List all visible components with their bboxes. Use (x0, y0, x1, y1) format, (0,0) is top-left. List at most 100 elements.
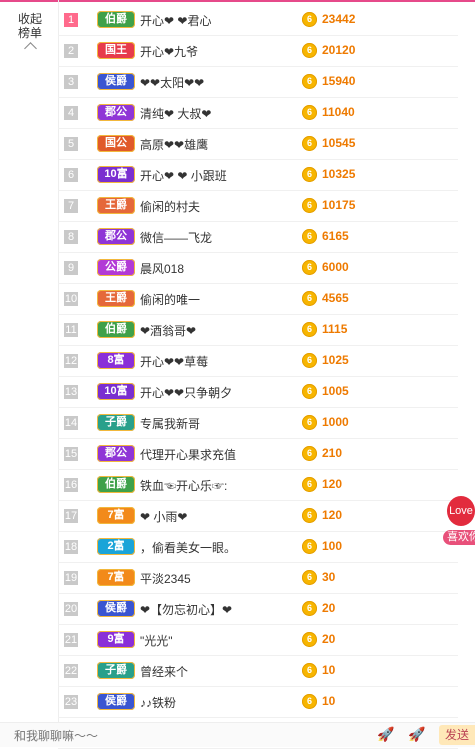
coin-icon: 6 (302, 539, 317, 554)
user-nickname[interactable]: ❤酒翁哥❤ (140, 322, 196, 339)
rank-number: 21 (64, 633, 78, 647)
level-badge: 伯爵 (97, 476, 135, 493)
coin-icon: 6 (302, 694, 317, 709)
score-value: 11040 (322, 105, 355, 119)
table-row[interactable]: 11 伯爵 ❤酒翁哥❤ 6 1115 (58, 315, 458, 346)
user-nickname[interactable]: 偷闲的村夫 (140, 198, 200, 215)
chat-bar: 🚀 🚀 发送 (0, 722, 475, 747)
score-value: 15940 (322, 74, 356, 88)
level-badge: 9富 (97, 631, 135, 648)
table-row[interactable]: 20 侯爵 ❤【勿忘初心】❤ 6 20 (58, 594, 458, 625)
level-badge: 7富 (97, 569, 135, 586)
user-nickname[interactable]: 曾经来个 (140, 663, 188, 680)
coin-icon: 6 (302, 353, 317, 368)
coin-icon: 6 (302, 508, 317, 523)
table-row[interactable]: 5 国公 高原❤❤雄鹰 6 10545 (58, 129, 458, 160)
user-nickname[interactable]: 平淡2345 (140, 570, 191, 587)
user-nickname[interactable]: ❤❤太阳❤❤ (140, 74, 204, 91)
user-nickname[interactable]: 晨风018 (140, 260, 184, 277)
rank-number: 19 (64, 571, 78, 585)
table-row[interactable]: 2 国王 开心❤九爷 6 20120 (58, 36, 458, 67)
rank-number: 11 (64, 323, 78, 337)
user-nickname[interactable]: ，偷看美女一眼。 (140, 539, 236, 556)
coin-icon: 6 (302, 74, 317, 89)
user-nickname[interactable]: ❤【勿忘初心】❤ (140, 601, 232, 618)
user-nickname[interactable]: 偷闲的唯一 (140, 291, 200, 308)
table-row[interactable]: 16 伯爵 铁血☜开心乐☞: 6 120 (58, 470, 458, 501)
user-nickname[interactable]: 开心❤ ❤君心 (140, 12, 211, 29)
coin-icon: 6 (302, 415, 317, 430)
collapse-label-line2: 榜单 (17, 26, 42, 40)
level-badge: 10富 (97, 383, 135, 400)
user-nickname[interactable]: 开心❤❤只争朝夕 (140, 384, 232, 401)
rank-number: 10 (64, 292, 78, 306)
table-row[interactable]: 4 郡公 清纯❤ 大叔❤ 6 11040 (58, 98, 458, 129)
level-badge: 侯爵 (97, 693, 135, 710)
user-nickname[interactable]: 开心❤ ❤ 小跟班 (140, 167, 227, 184)
rank-number: 1 (64, 13, 78, 27)
table-row[interactable]: 9 公爵 晨风018 6 6000 (58, 253, 458, 284)
fire-rocket-icon[interactable]: 🚀 (406, 726, 428, 744)
table-row[interactable]: 14 子爵 专属我新哥 6 1000 (58, 408, 458, 439)
coin-icon: 6 (302, 229, 317, 244)
user-nickname[interactable]: ♪♪铁粉 (140, 694, 176, 711)
love-label: 喜欢你 (443, 530, 475, 545)
coin-icon: 6 (302, 167, 317, 182)
table-row[interactable]: 12 8富 开心❤❤草莓 6 1025 (58, 346, 458, 377)
user-nickname[interactable]: 开心❤九爷 (140, 43, 198, 60)
score-value: 100 (322, 539, 343, 553)
level-badge: 子爵 (97, 414, 135, 431)
level-badge: 王爵 (97, 290, 135, 307)
score-value: 1115 (322, 322, 348, 336)
user-nickname[interactable]: 清纯❤ 大叔❤ (140, 105, 211, 122)
table-row[interactable]: 23 侯爵 ♪♪铁粉 6 10 (58, 687, 458, 718)
table-row[interactable]: 15 郡公 代理开心果求充值 6 210 (58, 439, 458, 470)
level-badge: 国王 (97, 42, 135, 59)
chat-input[interactable] (12, 727, 336, 745)
table-row[interactable]: 17 7富 ❤ 小雨❤ 6 120 (58, 501, 458, 532)
user-nickname[interactable]: 专属我新哥 (140, 415, 200, 432)
level-badge: 伯爵 (97, 11, 135, 28)
rank-number: 17 (64, 509, 78, 523)
coin-icon: 6 (302, 446, 317, 461)
table-row[interactable]: 22 子爵 曾经来个 6 10 (58, 656, 458, 687)
score-value: 6000 (322, 260, 349, 274)
user-nickname[interactable]: "光光" (140, 632, 173, 649)
send-button[interactable]: 发送 (439, 725, 475, 745)
user-nickname[interactable]: 微信——飞龙 (140, 229, 212, 246)
table-row[interactable]: 19 7富 平淡2345 6 30 (58, 563, 458, 594)
table-row[interactable]: 18 2富 ，偷看美女一眼。 6 100 (58, 532, 458, 563)
table-row[interactable]: 7 王爵 偷闲的村夫 6 10175 (58, 191, 458, 222)
score-value: 1000 (322, 415, 349, 429)
love-float-button[interactable]: Love 喜欢你 (443, 496, 475, 546)
table-row[interactable]: 10 王爵 偷闲的唯一 6 4565 (58, 284, 458, 315)
level-badge: 侯爵 (97, 73, 135, 90)
user-nickname[interactable]: 开心❤❤草莓 (140, 353, 208, 370)
level-badge: 郡公 (97, 445, 135, 462)
user-nickname[interactable]: 代理开心果求充值 (140, 446, 236, 463)
table-row[interactable]: 8 郡公 微信——飞龙 6 6165 (58, 222, 458, 253)
coin-icon: 6 (302, 663, 317, 678)
coin-icon: 6 (302, 136, 317, 151)
user-nickname[interactable]: ❤ 小雨❤ (140, 508, 187, 525)
table-row[interactable]: 13 10富 开心❤❤只争朝夕 6 1005 (58, 377, 458, 408)
score-value: 23442 (322, 12, 356, 26)
rank-number: 18 (64, 540, 78, 554)
rocket-icon[interactable]: 🚀 (375, 726, 397, 744)
level-badge: 2富 (97, 538, 135, 555)
user-nickname[interactable]: 铁血☜开心乐☞: (140, 477, 227, 494)
score-value: 20120 (322, 43, 356, 57)
table-row[interactable]: 6 10富 开心❤ ❤ 小跟班 6 10325 (58, 160, 458, 191)
score-value: 6165 (322, 229, 349, 243)
level-badge: 国公 (97, 135, 135, 152)
collapse-ranking-button[interactable]: 收起 榜单 (8, 12, 52, 55)
table-row[interactable]: 21 9富 "光光" 6 20 (58, 625, 458, 656)
table-row[interactable]: 3 侯爵 ❤❤太阳❤❤ 6 15940 (58, 67, 458, 98)
user-nickname[interactable]: 高原❤❤雄鹰 (140, 136, 208, 153)
table-row[interactable]: 1 伯爵 开心❤ ❤君心 6 23442 (58, 5, 458, 36)
score-value: 120 (322, 477, 343, 491)
score-value: 10325 (322, 167, 356, 181)
rank-number: 9 (64, 261, 78, 275)
rank-number: 20 (64, 602, 78, 616)
score-value: 1005 (322, 384, 349, 398)
